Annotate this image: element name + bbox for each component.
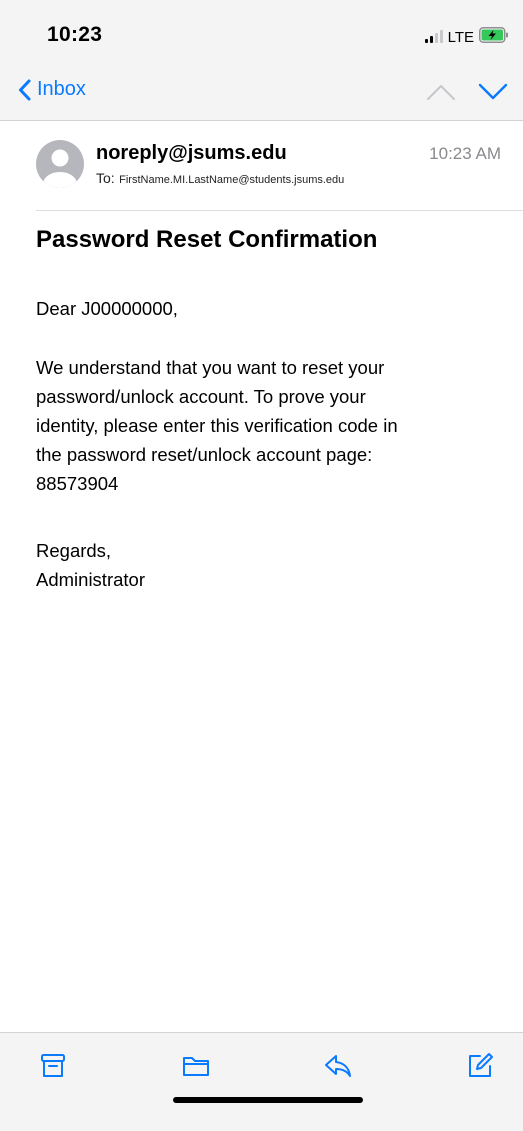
recipient-line[interactable]: To: FirstName.MI.LastName@students.jsums… [96, 170, 344, 188]
paragraph-line: password/unlock account. To prove your [36, 386, 366, 407]
sender-address[interactable]: noreply@jsums.edu [96, 142, 287, 165]
signal-icon [424, 30, 443, 43]
battery-charging-icon [479, 26, 509, 48]
back-label: Inbox [37, 78, 86, 100]
paragraph-line: identity, please enter this verification… [36, 415, 398, 436]
chevron-up-icon[interactable] [426, 82, 456, 102]
email-subject: Password Reset Confirmation [36, 226, 378, 253]
status-time: 10:23 [47, 23, 103, 46]
back-to-inbox-button[interactable]: Inbox [18, 78, 86, 101]
bottom-toolbar [0, 1032, 523, 1131]
archive-icon[interactable] [38, 1051, 68, 1081]
recipient-address: FirstName.MI.LastName@students.jsums.edu [119, 174, 345, 186]
sent-time: 10:23 AM [429, 144, 501, 163]
signature: Administrator [36, 569, 145, 590]
status-bar: 10:23 LTE [0, 0, 523, 68]
paragraph-line: the password reset/unlock account page: [36, 444, 373, 465]
nav-bar: Inbox [0, 68, 523, 121]
chevron-left-icon [19, 79, 31, 100]
reply-icon[interactable] [323, 1051, 353, 1081]
network-type: LTE [447, 28, 474, 46]
to-label: To: [96, 170, 115, 186]
closing: Regards, [36, 540, 112, 561]
greeting: Dear J00000000, [36, 298, 178, 319]
avatar[interactable] [36, 140, 84, 188]
chevron-down-icon[interactable] [478, 82, 508, 102]
home-indicator[interactable] [173, 1097, 363, 1103]
email-header: noreply@jsums.edu 10:23 AM To: FirstName… [36, 140, 523, 210]
verification-code: 88573904 [36, 473, 119, 494]
compose-icon[interactable] [465, 1051, 495, 1081]
header-divider [36, 210, 523, 211]
status-indicators: LTE [424, 26, 509, 48]
message-paragraph: We understand that you want to reset you… [36, 353, 496, 498]
folder-icon[interactable] [181, 1051, 211, 1081]
paragraph-line: We understand that you want to reset you… [36, 357, 385, 378]
